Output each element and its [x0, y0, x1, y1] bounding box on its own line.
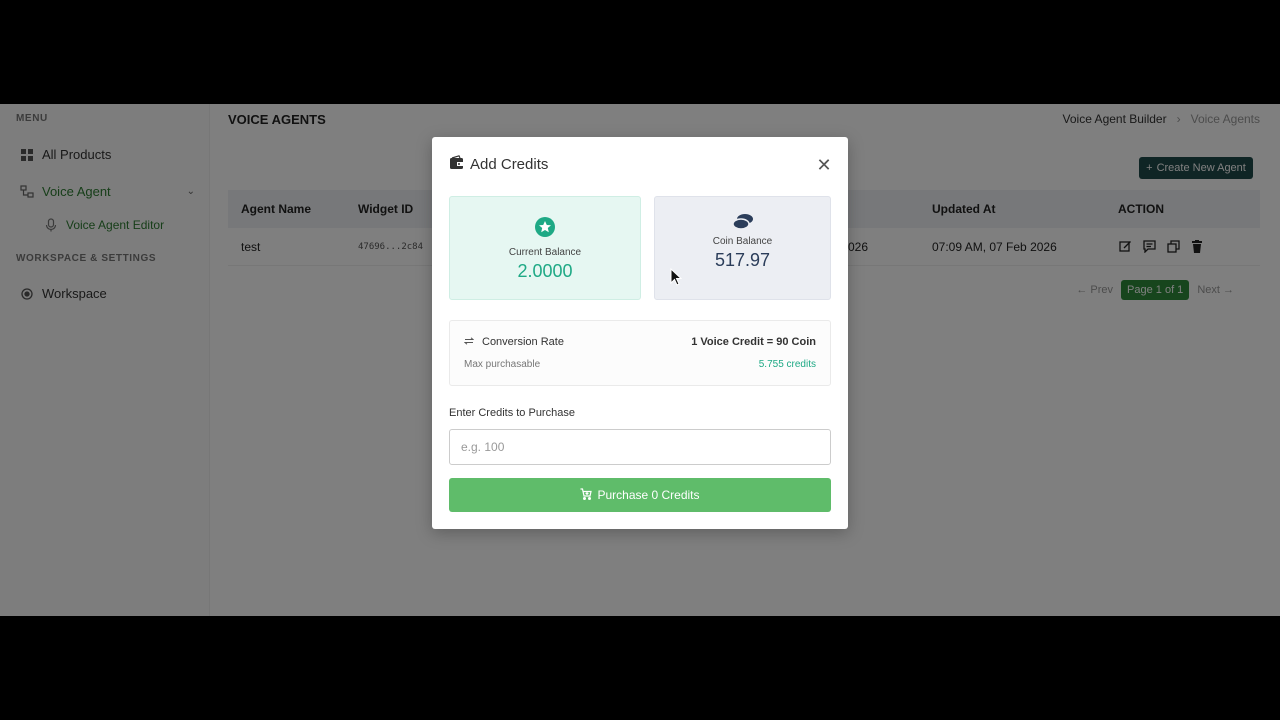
modal-title-text: Add Credits	[470, 156, 549, 173]
conversion-rate-label: Conversion Rate	[482, 336, 564, 348]
cart-plus-icon	[580, 487, 593, 503]
coin-balance-label: Coin Balance	[712, 236, 773, 247]
max-purchasable-value: 5.755 credits	[758, 359, 816, 370]
conversion-rate-row: Conversion Rate	[463, 336, 564, 348]
close-icon[interactable]: ✕	[816, 156, 832, 174]
exchange-icon	[463, 336, 475, 348]
modal-title: Add Credits	[449, 155, 548, 174]
wallet-icon	[449, 155, 464, 174]
app-screen: MENU All Products Voice Agent ⌄ Voice Ag…	[0, 104, 1280, 616]
conversion-panel: Conversion Rate 1 Voice Credit = 90 Coin…	[449, 320, 831, 386]
coins-icon	[655, 213, 830, 231]
current-balance-card: Current Balance 2.0000	[449, 196, 641, 300]
max-purchasable-label: Max purchasable	[464, 359, 541, 370]
current-balance-value: 2.0000	[517, 261, 573, 281]
credits-input-label: Enter Credits to Purchase	[449, 407, 575, 419]
conversion-rate-value: 1 Voice Credit = 90 Coin	[691, 336, 816, 348]
star-circle-icon	[450, 217, 640, 237]
current-balance-label: Current Balance	[508, 247, 582, 258]
mouse-cursor-icon	[670, 267, 683, 291]
purchase-credits-label: Purchase 0 Credits	[597, 488, 700, 502]
credits-input[interactable]	[449, 429, 831, 465]
add-credits-modal: Add Credits ✕ Current Balance 2.0000 Coi…	[432, 137, 848, 529]
purchase-credits-button[interactable]: Purchase 0 Credits	[449, 478, 831, 512]
